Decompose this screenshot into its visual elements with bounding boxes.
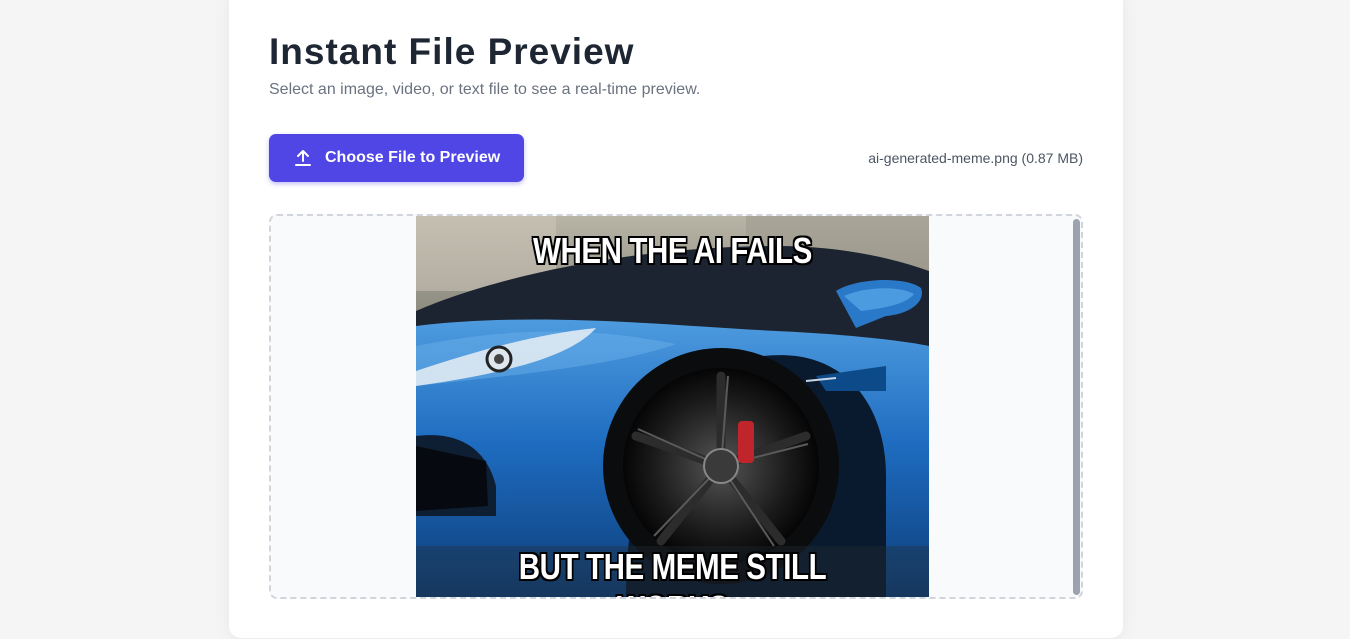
choose-file-button[interactable]: Choose File to Preview — [269, 134, 524, 182]
preview-card: Instant File Preview Select an image, vi… — [229, 0, 1123, 638]
meme-bottom-text: BUT THE MEME STILL WORKS — [518, 546, 827, 597]
preview-scrollbar[interactable] — [1073, 219, 1080, 595]
page-subtitle: Select an image, video, or text file to … — [269, 81, 701, 98]
car-illustration — [416, 216, 929, 597]
file-info: ai-generated-meme.png (0.87 MB) — [868, 150, 1083, 166]
upload-icon — [295, 149, 311, 167]
meme-image: WHEN THE AI FAILS BUT THE MEME STILL WOR… — [416, 216, 929, 597]
choose-file-label: Choose File to Preview — [325, 149, 501, 166]
page-title: Instant File Preview — [269, 31, 635, 72]
meme-top-text: WHEN THE AI FAILS — [533, 230, 812, 271]
preview-area: WHEN THE AI FAILS BUT THE MEME STILL WOR… — [269, 214, 1083, 599]
